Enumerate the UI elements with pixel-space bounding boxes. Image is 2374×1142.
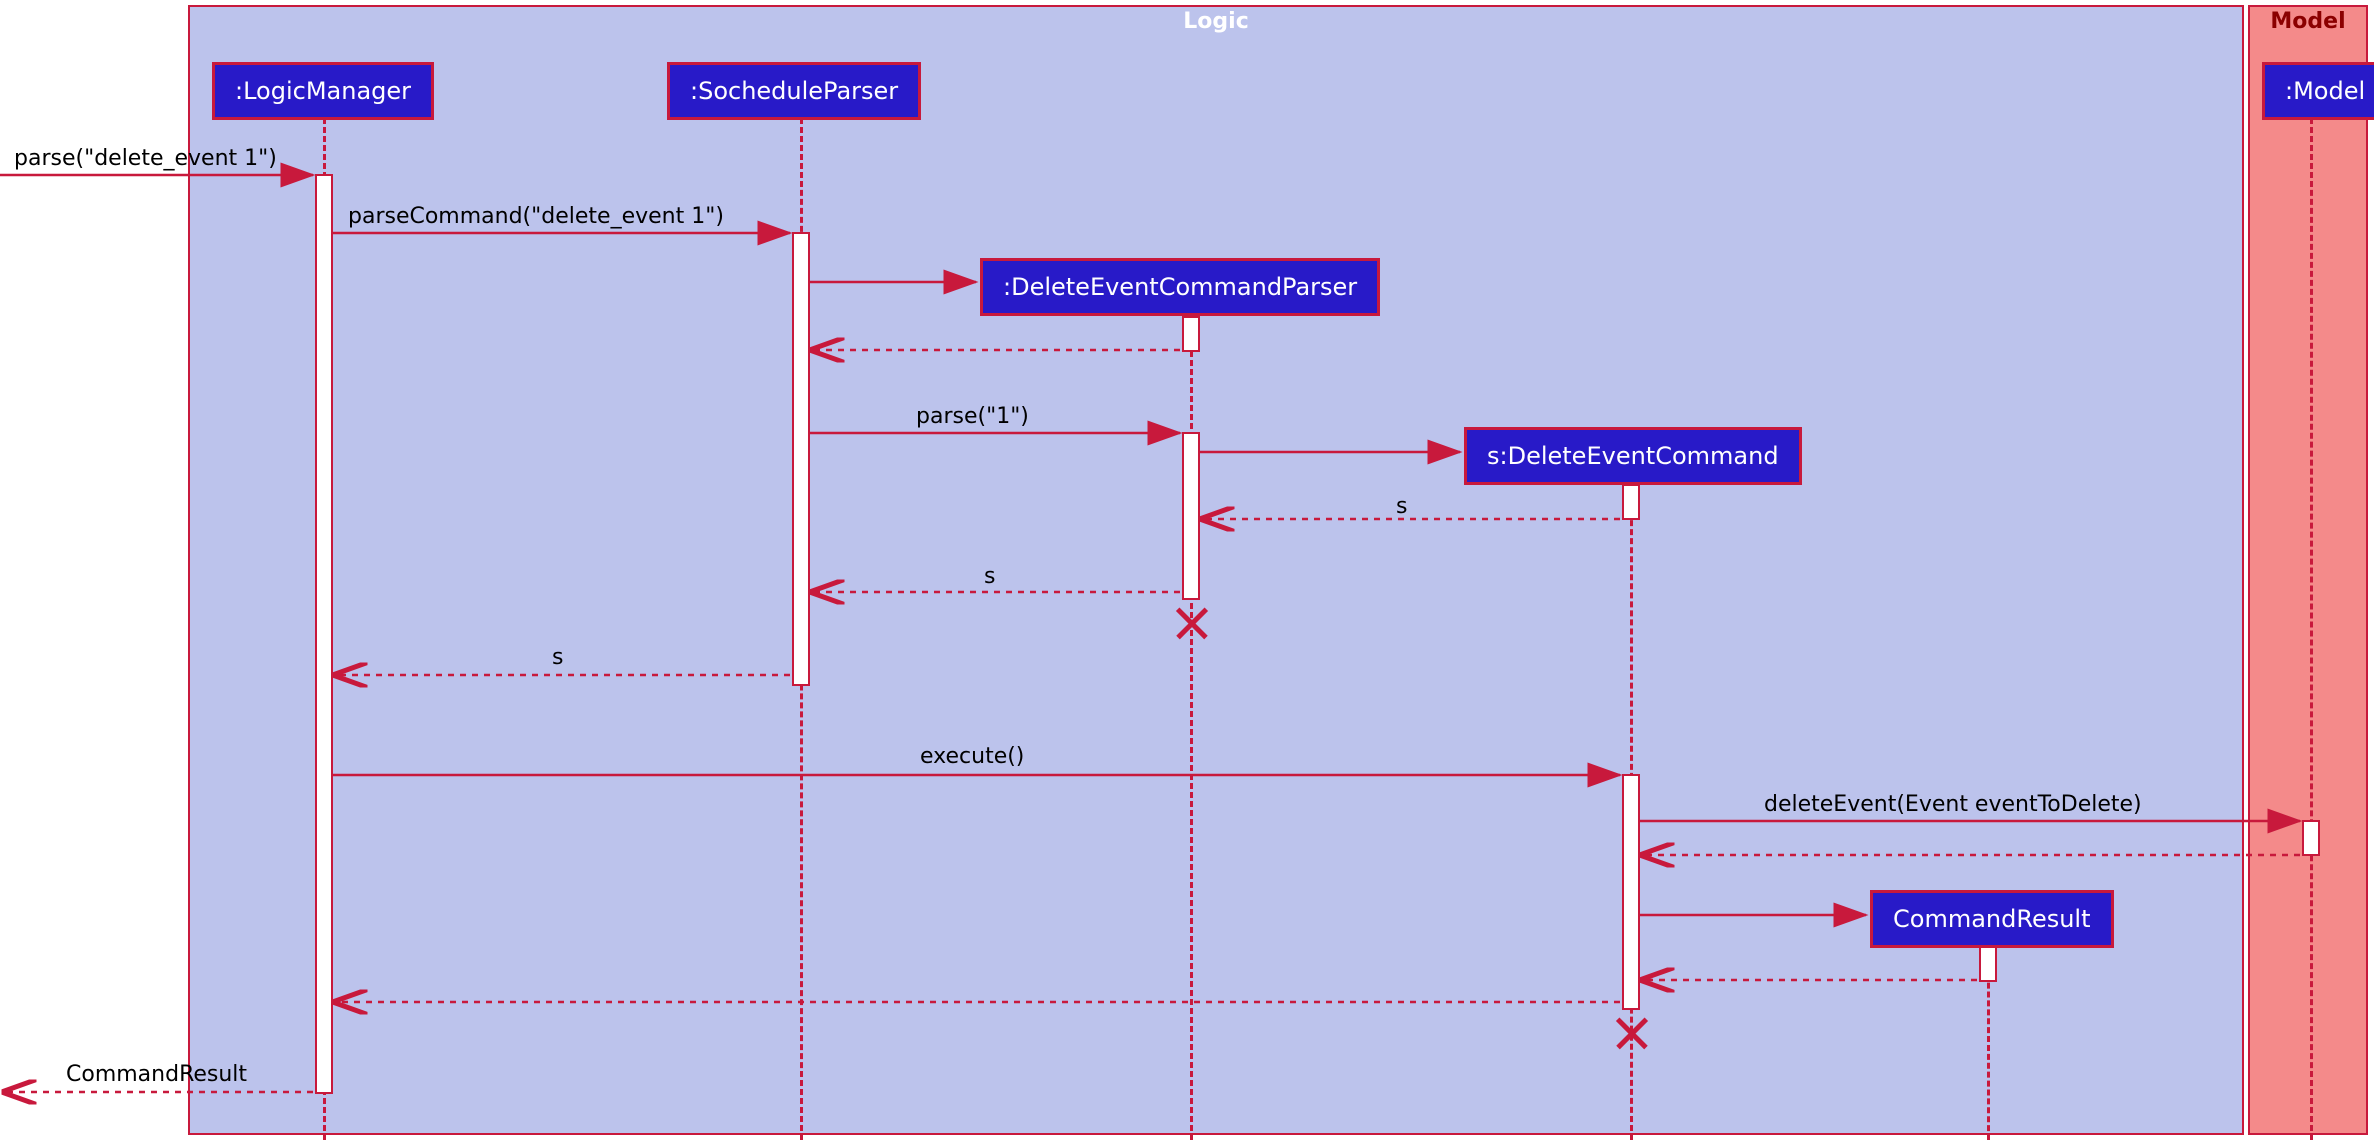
activation-delete-cmd-2	[1622, 774, 1640, 1010]
frame-logic: Logic	[188, 5, 2244, 1135]
activation-delete-cmd-1	[1622, 484, 1640, 520]
activation-delete-parser-1	[1182, 316, 1200, 352]
activation-delete-parser-2	[1182, 432, 1200, 600]
participant-model: :Model	[2262, 62, 2374, 120]
activation-model	[2302, 820, 2320, 856]
activation-cmd-result	[1979, 946, 1997, 982]
msg-parse-command: parseCommand("delete_event 1")	[348, 204, 724, 229]
msg-return-s-1: s	[1396, 494, 1407, 519]
msg-command-result-return: CommandResult	[66, 1062, 247, 1087]
frame-logic-title: Logic	[1183, 9, 1248, 34]
participant-logic-manager: :LogicManager	[212, 62, 434, 120]
participant-command-result: CommandResult	[1870, 890, 2114, 948]
msg-return-s-2: s	[984, 564, 995, 589]
destroy-delete-parser	[1174, 604, 1208, 638]
participant-sochedule-parser: :SocheduleParser	[667, 62, 921, 120]
activation-sochedule-parser	[792, 232, 810, 686]
participant-delete-event-command-parser: :DeleteEventCommandParser	[980, 258, 1380, 316]
msg-execute: execute()	[920, 744, 1024, 769]
msg-parse-delete-event: parse("delete_event 1")	[14, 146, 277, 171]
lifeline-model	[2310, 118, 2313, 1140]
activation-logic-manager	[315, 174, 333, 1094]
destroy-delete-cmd	[1614, 1014, 1648, 1048]
frame-model-title: Model	[2270, 9, 2345, 34]
msg-delete-event: deleteEvent(Event eventToDelete)	[1764, 792, 2142, 817]
participant-delete-event-command: s:DeleteEventCommand	[1464, 427, 1802, 485]
msg-parse-1: parse("1")	[916, 404, 1029, 429]
frame-model: Model	[2248, 5, 2368, 1135]
msg-return-s-3: s	[552, 645, 563, 670]
